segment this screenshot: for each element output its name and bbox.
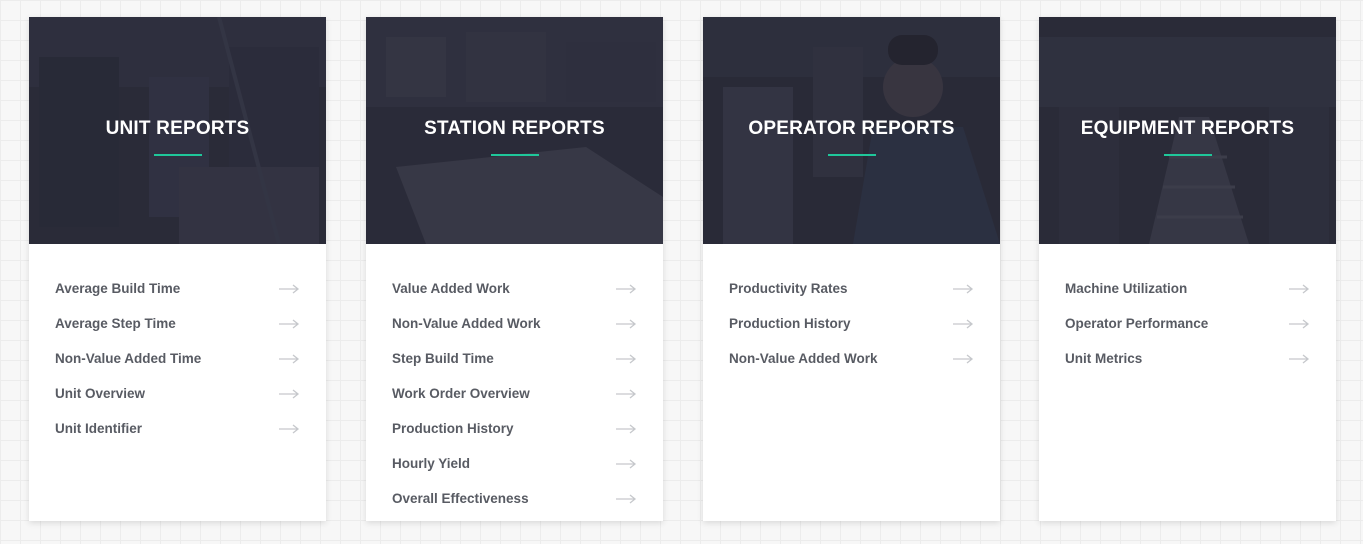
- report-link-unit-metrics[interactable]: Unit Metrics: [1039, 341, 1336, 376]
- report-link-production-history[interactable]: Production History: [703, 306, 1000, 341]
- arrow-right-icon: [616, 283, 637, 294]
- arrow-right-icon: [279, 423, 300, 434]
- report-link-non-value-added-time[interactable]: Non-Value Added Time: [29, 341, 326, 376]
- report-label: Unit Identifier: [55, 421, 142, 436]
- report-link-average-build-time[interactable]: Average Build Time: [29, 271, 326, 306]
- report-link-operator-performance[interactable]: Operator Performance: [1039, 306, 1336, 341]
- report-link-non-value-added-work[interactable]: Non-Value Added Work: [366, 306, 663, 341]
- arrow-right-icon: [279, 283, 300, 294]
- report-label: Operator Performance: [1065, 316, 1209, 331]
- card-title: UNIT REPORTS: [105, 118, 250, 139]
- report-label: Production History: [729, 316, 851, 331]
- report-label: Non-Value Added Time: [55, 351, 202, 366]
- operator-reports-card: OPERATOR REPORTS Productivity Rates Prod…: [703, 17, 1000, 521]
- card-header: UNIT REPORTS: [29, 17, 326, 244]
- report-list: Value Added Work Non-Value Added Work St…: [366, 244, 663, 516]
- station-reports-card: STATION REPORTS Value Added Work Non-Val…: [366, 17, 663, 521]
- report-label: Hourly Yield: [392, 456, 471, 471]
- title-underline: [490, 154, 539, 156]
- arrow-right-icon: [279, 318, 300, 329]
- title-underline: [1163, 154, 1212, 156]
- report-label: Production History: [392, 421, 514, 436]
- report-label: Machine Utilization: [1065, 281, 1188, 296]
- arrow-right-icon: [616, 388, 637, 399]
- report-label: Unit Overview: [55, 386, 146, 401]
- arrow-right-icon: [953, 283, 974, 294]
- report-link-unit-identifier[interactable]: Unit Identifier: [29, 411, 326, 446]
- title-underline: [827, 154, 876, 156]
- report-link-productivity-rates[interactable]: Productivity Rates: [703, 271, 1000, 306]
- arrow-right-icon: [1289, 318, 1310, 329]
- equipment-reports-card: EQUIPMENT REPORTS Machine Utilization Op…: [1039, 17, 1336, 521]
- report-label: Average Step Time: [55, 316, 176, 331]
- report-label: Average Build Time: [55, 281, 181, 296]
- arrow-right-icon: [1289, 283, 1310, 294]
- arrow-right-icon: [953, 353, 974, 364]
- report-label: Overall Effectiveness: [392, 491, 529, 506]
- report-list: Machine Utilization Operator Performance…: [1039, 244, 1336, 376]
- card-header: EQUIPMENT REPORTS: [1039, 17, 1336, 244]
- arrow-right-icon: [616, 318, 637, 329]
- report-label: Non-Value Added Work: [392, 316, 541, 331]
- report-label: Value Added Work: [392, 281, 510, 296]
- report-list: Productivity Rates Production History No…: [703, 244, 1000, 376]
- card-title: EQUIPMENT REPORTS: [1080, 118, 1295, 139]
- report-list: Average Build Time Average Step Time Non…: [29, 244, 326, 446]
- report-label: Work Order Overview: [392, 386, 530, 401]
- report-label: Step Build Time: [392, 351, 494, 366]
- arrow-right-icon: [279, 388, 300, 399]
- arrow-right-icon: [953, 318, 974, 329]
- report-link-average-step-time[interactable]: Average Step Time: [29, 306, 326, 341]
- unit-reports-card: UNIT REPORTS Average Build Time Average …: [29, 17, 326, 521]
- card-header: OPERATOR REPORTS: [703, 17, 1000, 244]
- report-link-machine-utilization[interactable]: Machine Utilization: [1039, 271, 1336, 306]
- arrow-right-icon: [616, 423, 637, 434]
- report-link-hourly-yield[interactable]: Hourly Yield: [366, 446, 663, 481]
- report-link-step-build-time[interactable]: Step Build Time: [366, 341, 663, 376]
- report-label: Unit Metrics: [1065, 351, 1143, 366]
- card-title: STATION REPORTS: [424, 118, 605, 139]
- title-underline: [153, 154, 202, 156]
- arrow-right-icon: [279, 353, 300, 364]
- report-link-work-order-overview[interactable]: Work Order Overview: [366, 376, 663, 411]
- card-title: OPERATOR REPORTS: [748, 118, 955, 139]
- arrow-right-icon: [616, 353, 637, 364]
- arrow-right-icon: [1289, 353, 1310, 364]
- report-link-non-value-added-work[interactable]: Non-Value Added Work: [703, 341, 1000, 376]
- report-link-unit-overview[interactable]: Unit Overview: [29, 376, 326, 411]
- report-label: Non-Value Added Work: [729, 351, 878, 366]
- report-link-value-added-work[interactable]: Value Added Work: [366, 271, 663, 306]
- report-label: Productivity Rates: [729, 281, 848, 296]
- arrow-right-icon: [616, 493, 637, 504]
- report-link-production-history[interactable]: Production History: [366, 411, 663, 446]
- card-header: STATION REPORTS: [366, 17, 663, 244]
- report-link-overall-effectiveness[interactable]: Overall Effectiveness: [366, 481, 663, 516]
- arrow-right-icon: [616, 458, 637, 469]
